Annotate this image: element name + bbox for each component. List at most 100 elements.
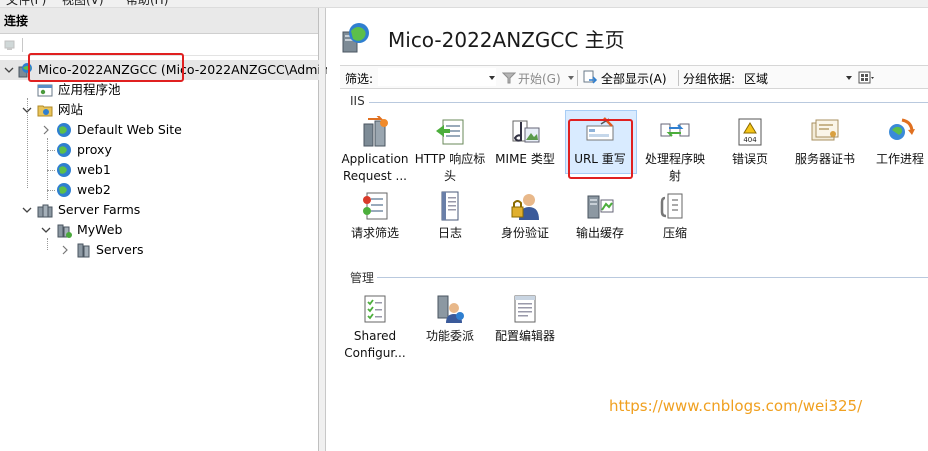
go-button[interactable]: 开始(G) (518, 70, 561, 87)
tree-node-site[interactable]: web2 (0, 180, 300, 200)
feature-label: 配置编辑器 (494, 329, 555, 343)
chevron-down-icon[interactable] (4, 65, 14, 75)
arr-icon (363, 116, 388, 147)
site-label: Default Web Site (77, 122, 182, 137)
group-divider (369, 102, 928, 103)
feature-label: 服务器证书 (794, 152, 855, 166)
toolbar-separator (678, 70, 679, 86)
globe-icon (57, 123, 71, 137)
server-globe-icon (342, 23, 369, 53)
show-all-button[interactable]: 全部显示(A) (601, 70, 667, 87)
tree-line (47, 150, 55, 151)
chevron-down-icon[interactable] (568, 76, 574, 80)
feature-label: HTTP 响应标头 (414, 152, 486, 183)
app-pool-icon (37, 84, 53, 97)
globe-icon (57, 143, 71, 157)
svg-text:404: 404 (743, 136, 757, 144)
chevron-down-icon[interactable] (489, 76, 495, 80)
sites-label: 网站 (58, 102, 84, 117)
group-divider (377, 277, 928, 278)
site-label: proxy (77, 142, 112, 157)
globe-icon (57, 163, 71, 177)
feature-handler-mappings[interactable]: 处理程序映射 (638, 116, 712, 185)
feature-label: 功能委派 (425, 329, 474, 343)
pane-splitter[interactable] (319, 8, 326, 451)
feature-shared-configuration[interactable]: Shared Configur... (338, 293, 412, 362)
feature-delegation-icon (437, 295, 464, 323)
menu-view[interactable]: 视图(V) (62, 0, 104, 8)
request-filter-icon (363, 192, 388, 220)
chevron-down-icon[interactable] (41, 225, 51, 235)
group-by-label: 分组依据: (683, 72, 736, 86)
certificate-icon (811, 119, 839, 141)
chevron-right-icon[interactable] (60, 245, 70, 255)
feature-request-filtering[interactable]: 请求筛选 (338, 190, 412, 242)
feature-label: 处理程序映射 (644, 152, 705, 183)
group-management: 管理 (350, 271, 375, 285)
menu-bar: 文件(F) 视图(V) 帮助(H) (0, 0, 928, 8)
site-label: web1 (77, 162, 111, 177)
feature-error-pages[interactable]: 404 错误页 (713, 116, 787, 168)
config-editor-icon (514, 295, 536, 323)
tree-node-site[interactable]: web1 (0, 160, 300, 180)
filter-input[interactable] (378, 68, 496, 86)
feature-http-headers[interactable]: HTTP 响应标头 (413, 116, 487, 185)
feature-label: Application Request ... (341, 152, 409, 183)
feature-label: 压缩 (662, 226, 687, 240)
feature-compression[interactable]: 压缩 (638, 190, 712, 242)
server-farms-label: Server Farms (58, 202, 141, 217)
highlight-box (568, 119, 633, 179)
menu-help[interactable]: 帮助(H) (126, 0, 168, 8)
view-mode-icon[interactable] (858, 70, 874, 85)
feature-logging[interactable]: 日志 (413, 190, 487, 242)
mime-icon (512, 120, 540, 143)
shared-config-icon (364, 295, 386, 323)
chevron-down-icon[interactable] (846, 76, 852, 80)
tree-node-farm[interactable]: MyWeb (0, 220, 300, 240)
tree-node-site[interactable]: proxy (0, 140, 300, 160)
feature-output-caching[interactable]: 输出缓存 (563, 190, 637, 242)
farm-label: MyWeb (77, 222, 123, 237)
highlight-box (28, 53, 184, 82)
feature-mime-types[interactable]: MIME 类型 (488, 116, 562, 168)
chevron-down-icon[interactable] (22, 105, 32, 115)
servers-icon (77, 243, 90, 258)
filter-toolbar: 筛选: 开始(G) 全部显示(A) 分组依据: 区域 (340, 65, 928, 89)
tree-node-server-farms[interactable]: Server Farms (0, 200, 300, 220)
worker-process-icon (889, 118, 915, 140)
feature-worker-processes[interactable]: 工作进程 (863, 116, 928, 168)
feature-label: 错误页 (731, 152, 768, 166)
tree-node-sites[interactable]: 网站 (0, 100, 300, 120)
feature-configuration-editor[interactable]: 配置编辑器 (488, 293, 562, 345)
app-pools-label: 应用程序池 (58, 82, 121, 97)
feature-label: MIME 类型 (495, 152, 555, 166)
group-by-select[interactable]: 区域 (744, 70, 768, 87)
feature-authentication[interactable]: 身份验证 (488, 190, 562, 242)
feature-server-certificates[interactable]: 服务器证书 (788, 116, 862, 168)
toolbar-separator (577, 70, 578, 86)
feature-arr[interactable]: Application Request ... (338, 116, 412, 185)
main-pane: Mico-2022ANZGCC 主页 筛选: 开始(G) 全部显示(A) 分组依… (327, 8, 928, 451)
toolbar-separator (22, 38, 23, 52)
chevron-down-icon[interactable] (22, 205, 32, 215)
filter-label: 筛选: (345, 72, 374, 86)
tree-node-app-pools[interactable]: 应用程序池 (0, 80, 300, 100)
tree-node-site[interactable]: Default Web Site (0, 120, 300, 140)
handler-icon (660, 123, 690, 137)
watermark-url: https://www.cnblogs.com/wei325/ (609, 397, 863, 415)
globe-icon (57, 183, 71, 197)
connections-header: 连接 (0, 8, 318, 34)
feature-delegation[interactable]: 功能委派 (413, 293, 487, 345)
farm-icon (57, 224, 72, 238)
menu-file[interactable]: 文件(F) (6, 0, 46, 8)
group-iis: IIS (350, 94, 365, 108)
connect-icon[interactable] (4, 39, 16, 51)
feature-label: 日志 (437, 226, 462, 240)
feature-label: 输出缓存 (575, 226, 624, 240)
chevron-right-icon[interactable] (41, 125, 51, 135)
tree-node-servers[interactable]: Servers (0, 240, 300, 260)
funnel-icon (502, 72, 516, 84)
auth-icon (511, 194, 539, 220)
servers-label: Servers (96, 242, 144, 257)
site-label: web2 (77, 182, 111, 197)
